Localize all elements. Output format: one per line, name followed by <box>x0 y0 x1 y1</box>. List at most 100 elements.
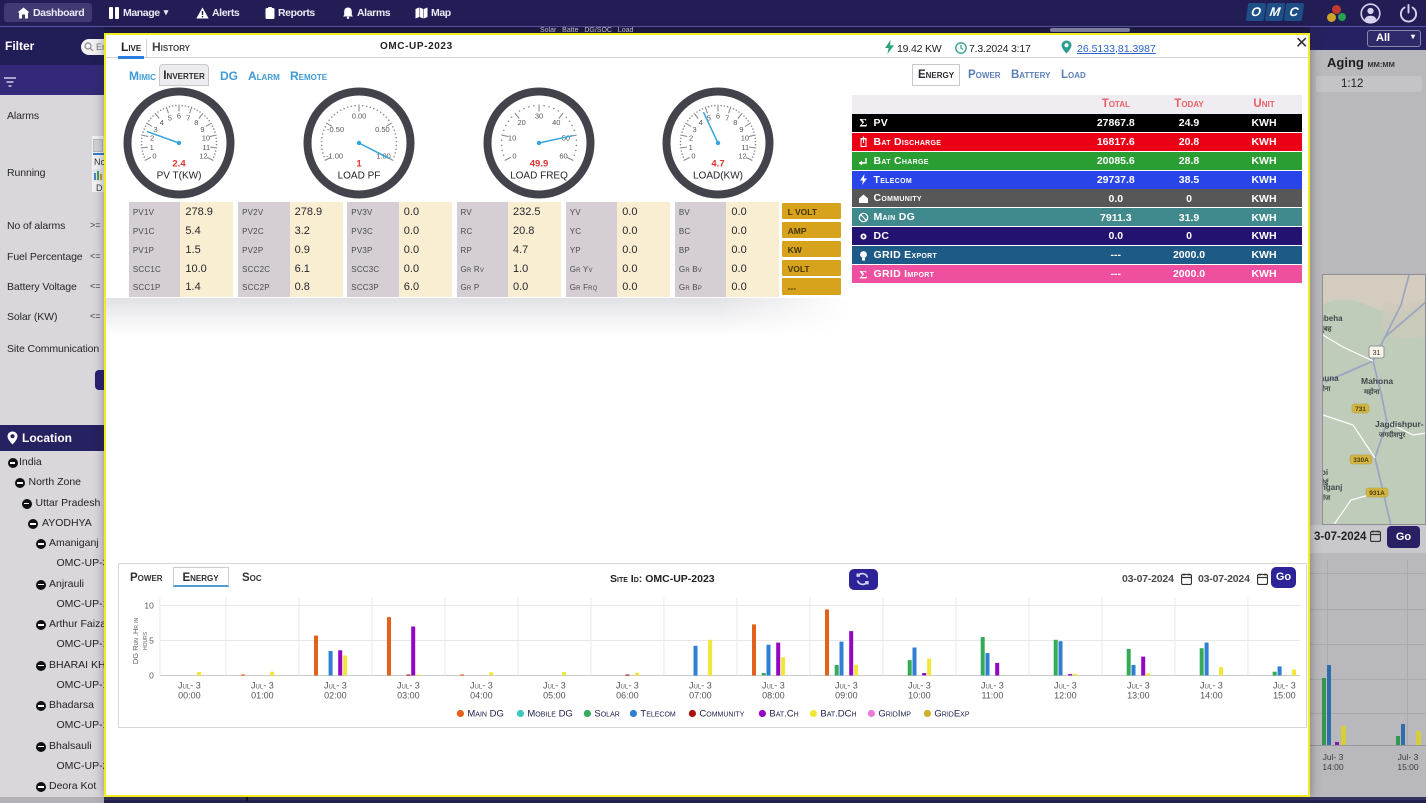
svg-text:12:00: 12:00 <box>1054 691 1077 701</box>
svg-text:10: 10 <box>741 133 749 142</box>
svg-text:06:00: 06:00 <box>616 691 639 701</box>
svg-text:Σ: Σ <box>859 269 867 280</box>
svg-text:11:00: 11:00 <box>981 691 1003 701</box>
svg-text:Jul- 3: Jul- 3 <box>324 681 347 691</box>
svg-text:Jul- 3: Jul- 3 <box>397 681 420 691</box>
svg-text:05:00: 05:00 <box>543 691 566 701</box>
svg-text:-1.00: -1.00 <box>326 151 343 160</box>
svg-text:10: 10 <box>202 134 210 143</box>
svg-text:12: 12 <box>738 151 746 160</box>
svg-text:731: 731 <box>1355 406 1366 413</box>
svg-text:31: 31 <box>1373 350 1381 357</box>
svg-text:10: 10 <box>144 601 154 611</box>
svg-text:6: 6 <box>177 112 181 121</box>
svg-text:DG Run .Hr in: DG Run .Hr in <box>131 617 140 664</box>
svg-text:04:00: 04:00 <box>470 691 493 701</box>
svg-text:LOAD PF: LOAD PF <box>338 170 381 181</box>
svg-text:Jul- 3: Jul- 3 <box>835 681 858 691</box>
svg-text:0: 0 <box>149 671 154 681</box>
svg-text:Main DG: Main DG <box>467 709 503 720</box>
svg-text:Σ: Σ <box>859 117 867 128</box>
svg-text:11: 11 <box>741 142 749 151</box>
svg-text:ubeha: ubeha <box>1322 314 1343 323</box>
svg-text:1: 1 <box>356 158 362 169</box>
svg-text:7: 7 <box>186 113 190 122</box>
svg-text:Solar: Solar <box>594 709 619 720</box>
svg-text:08:00: 08:00 <box>762 691 785 701</box>
svg-text:PV T(KW): PV T(KW) <box>157 171 202 182</box>
svg-text:13:00: 13:00 <box>1127 691 1150 701</box>
svg-text:49.9: 49.9 <box>529 158 548 169</box>
svg-text:8: 8 <box>733 117 737 126</box>
svg-text:0.50: 0.50 <box>375 124 390 133</box>
svg-text:Jul- 3: Jul- 3 <box>1200 681 1223 691</box>
svg-text:3: 3 <box>154 125 158 134</box>
svg-text:LOAD(KW): LOAD(KW) <box>693 170 743 181</box>
svg-text:Mobile DG: Mobile DG <box>527 709 572 720</box>
svg-text:GridExp: GridExp <box>934 709 969 720</box>
svg-text:10:00: 10:00 <box>908 691 931 701</box>
svg-text:1: 1 <box>689 142 693 151</box>
svg-text:14:00: 14:00 <box>1200 691 1223 701</box>
svg-text:4.7: 4.7 <box>711 158 724 169</box>
svg-text:Jul- 3: Jul- 3 <box>543 681 566 691</box>
svg-text:GridImp: GridImp <box>878 709 911 720</box>
svg-text:1: 1 <box>150 143 154 152</box>
svg-text:महौना: महौना <box>1322 384 1332 393</box>
svg-text:4: 4 <box>699 117 703 126</box>
svg-text:8: 8 <box>194 118 198 127</box>
svg-text:7: 7 <box>725 113 729 122</box>
svg-text:12: 12 <box>199 152 207 161</box>
svg-text:09:00: 09:00 <box>835 691 858 701</box>
svg-text:hauna: hauna <box>1322 374 1339 383</box>
svg-text:40: 40 <box>552 117 560 126</box>
svg-text:Jul- 3: Jul- 3 <box>1273 681 1296 691</box>
svg-text:9: 9 <box>739 124 743 133</box>
svg-text:Jagdishpur-: Jagdishpur- <box>1375 419 1424 429</box>
svg-text:Jul- 3: Jul- 3 <box>616 681 639 691</box>
svg-text:330A: 330A <box>1353 457 1369 464</box>
svg-text:Jul- 3: Jul- 3 <box>689 681 712 691</box>
svg-text:0: 0 <box>512 151 516 160</box>
svg-text:931A: 931A <box>1369 490 1385 497</box>
svg-text:-0.50: -0.50 <box>327 124 344 133</box>
svg-text:01:00: 01:00 <box>251 691 274 701</box>
svg-text:4: 4 <box>160 118 164 127</box>
svg-text:Telecom: Telecom <box>640 709 676 720</box>
svg-text:महोना: महोना <box>1363 387 1381 396</box>
svg-text:60: 60 <box>559 151 567 160</box>
svg-text:5: 5 <box>149 636 154 646</box>
svg-text:Bat.DCh: Bat.DCh <box>820 709 856 720</box>
svg-text:hours: hours <box>140 631 149 650</box>
svg-text:3: 3 <box>693 124 697 133</box>
svg-text:LOAD FREQ: LOAD FREQ <box>510 170 568 181</box>
svg-text:oi: oi <box>1322 468 1328 477</box>
svg-text:Jul- 3: Jul- 3 <box>1054 681 1077 691</box>
svg-text:Jul- 3: Jul- 3 <box>981 681 1004 691</box>
svg-text:00:00: 00:00 <box>178 691 201 701</box>
svg-text:15:00: 15:00 <box>1273 691 1296 701</box>
svg-text:20: 20 <box>517 117 525 126</box>
svg-text:2: 2 <box>150 134 154 143</box>
svg-text:07:00: 07:00 <box>689 691 712 701</box>
svg-text:02:00: 02:00 <box>324 691 347 701</box>
svg-text:Jul- 3: Jul- 3 <box>762 681 785 691</box>
svg-text:2.4: 2.4 <box>172 159 186 170</box>
svg-text:nganj: nganj <box>1322 483 1342 492</box>
svg-text:Community: Community <box>699 709 744 720</box>
svg-text:10: 10 <box>507 133 515 142</box>
svg-text:6: 6 <box>716 111 720 120</box>
svg-text:0: 0 <box>691 151 695 160</box>
svg-text:03:00: 03:00 <box>397 691 420 701</box>
svg-text:Jul- 3: Jul- 3 <box>251 681 274 691</box>
svg-text:Jul- 3: Jul- 3 <box>178 681 201 691</box>
svg-text:30: 30 <box>534 111 542 120</box>
svg-text:5: 5 <box>168 113 172 122</box>
svg-text:Jul- 3: Jul- 3 <box>1127 681 1150 691</box>
svg-text:Bat.Ch: Bat.Ch <box>769 709 798 720</box>
svg-text:Jul- 3: Jul- 3 <box>908 681 931 691</box>
svg-text:0.00: 0.00 <box>352 111 367 120</box>
svg-text:9: 9 <box>200 125 204 134</box>
svg-text:0: 0 <box>152 152 156 161</box>
svg-text:सुबह: सुबह <box>1322 326 1332 334</box>
